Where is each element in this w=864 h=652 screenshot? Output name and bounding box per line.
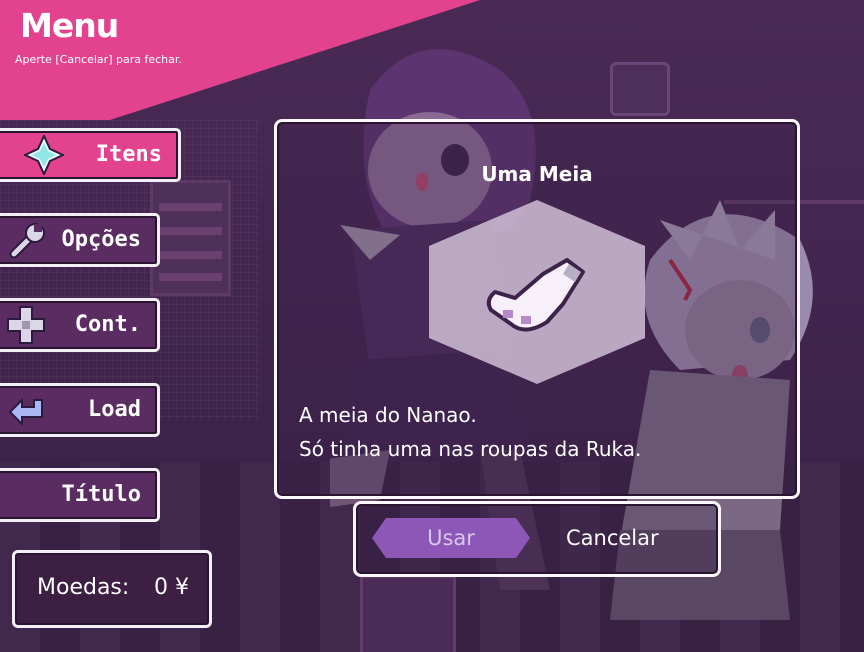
menu-title: Menu	[20, 6, 119, 45]
menu-subtitle: Aperte [Cancelar] para fechar.	[15, 53, 182, 66]
return-arrow-icon	[8, 397, 43, 427]
use-button[interactable]: Usar	[372, 518, 530, 558]
item-description: A meia do Nanao. Só tinha uma nas roupas…	[299, 398, 641, 466]
menu-item-label: Título	[61, 482, 141, 507]
menu-item-label: Opções	[61, 227, 141, 252]
item-detail-panel: Uma Meia A meia do Nanao. Só tinha uma n…	[274, 119, 800, 499]
menu-item-label: Itens	[95, 142, 162, 167]
menu-item-label: Load	[88, 397, 141, 422]
use-button-label: Usar	[427, 526, 475, 550]
dpad-icon	[7, 306, 45, 344]
menu-item-titulo[interactable]: Título	[0, 468, 160, 522]
menu-item-opcoes[interactable]: Opções	[0, 213, 160, 267]
cat-sign	[610, 62, 670, 116]
coins-box: Moedas: 0 ¥	[12, 550, 212, 628]
menu-item-cont[interactable]: Cont.	[0, 298, 160, 352]
menu-item-label: Cont.	[74, 312, 141, 337]
diamond-star-icon	[24, 135, 64, 175]
coins-label: Moedas:	[37, 575, 130, 600]
wrench-icon	[9, 223, 45, 259]
item-name: Uma Meia	[481, 162, 593, 186]
cancel-button[interactable]: Cancelar	[566, 526, 659, 550]
item-description-line: Só tinha uma nas roupas da Ruka.	[299, 437, 642, 461]
menu-item-load[interactable]: Load	[0, 383, 160, 437]
item-description-line: A meia do Nanao.	[299, 403, 477, 427]
menu-header: Menu Aperte [Cancelar] para fechar.	[0, 0, 480, 125]
vending-shelf	[150, 180, 231, 296]
item-hexagon-frame	[429, 200, 645, 384]
item-action-bar: Usar Cancelar	[353, 501, 721, 577]
coins-value: 0 ¥	[154, 575, 189, 600]
menu-item-itens[interactable]: Itens	[0, 128, 181, 182]
